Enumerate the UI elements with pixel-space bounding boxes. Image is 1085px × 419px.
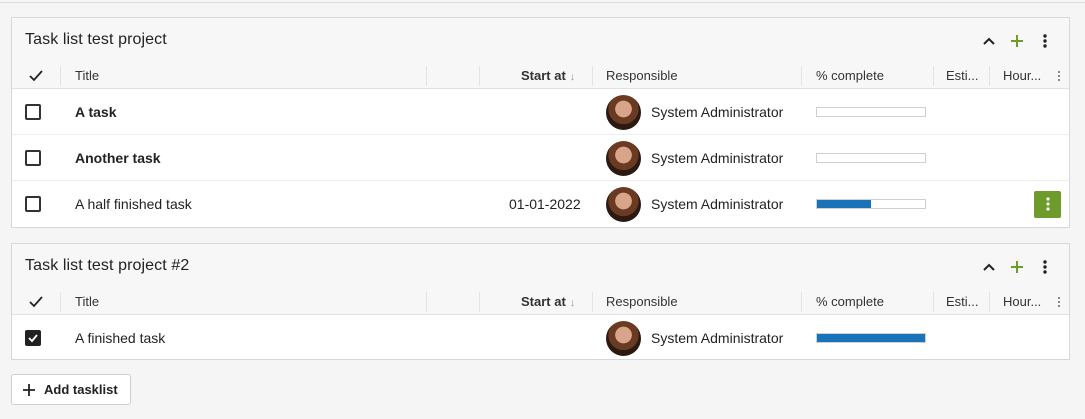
column-hours[interactable]: Hour... xyxy=(1003,289,1041,315)
column-responsible[interactable]: Responsible xyxy=(606,289,678,315)
task-title[interactable]: A finished task xyxy=(75,315,165,361)
avatar xyxy=(606,94,641,130)
task-checkbox[interactable] xyxy=(25,104,41,120)
select-all-checkmark-icon[interactable] xyxy=(28,63,44,89)
add-task-plus-icon[interactable] xyxy=(1003,29,1031,53)
add-tasklist-label: Add tasklist xyxy=(44,382,118,397)
avatar xyxy=(606,320,641,356)
task-responsible: System Administrator xyxy=(651,196,784,212)
collapse-chevron-up-icon[interactable] xyxy=(975,29,1003,53)
column-settings-kebab-icon[interactable] xyxy=(1057,63,1061,89)
select-all-checkmark-icon[interactable] xyxy=(28,289,44,315)
tasklist-title: Task list test project #2 xyxy=(25,257,190,274)
sort-down-arrow-icon: ↓ xyxy=(569,297,576,309)
task-checkbox-checked[interactable] xyxy=(25,330,41,346)
tasklist-header: Task list test project xyxy=(12,18,1069,63)
task-responsible: System Administrator xyxy=(651,150,784,166)
task-title[interactable]: A half finished task xyxy=(75,181,192,227)
task-checkbox[interactable] xyxy=(25,196,41,212)
column-start-at[interactable]: Start at ↓ xyxy=(521,289,575,315)
column-start-at[interactable]: Start at ↓ xyxy=(521,63,575,89)
add-task-plus-icon[interactable] xyxy=(1003,255,1031,279)
top-divider xyxy=(0,0,1085,3)
progress-bar xyxy=(816,153,926,163)
tasklist-2: Task list test project #2 Title Start at… xyxy=(11,243,1070,360)
progress-bar xyxy=(816,199,926,209)
task-responsible: System Administrator xyxy=(651,330,784,346)
task-title[interactable]: Another task xyxy=(75,135,161,181)
sort-down-arrow-icon: ↓ xyxy=(569,71,576,83)
row-menu-button[interactable] xyxy=(1034,190,1061,218)
avatar xyxy=(606,186,641,222)
column-header-row: Title Start at ↓ Responsible % complete E… xyxy=(12,289,1069,315)
add-tasklist-button[interactable]: Add tasklist xyxy=(11,374,131,405)
table-row[interactable]: Another task System Administrator xyxy=(12,135,1069,181)
task-responsible: System Administrator xyxy=(651,104,784,120)
progress-bar xyxy=(816,333,926,343)
column-estimate[interactable]: Esti... xyxy=(946,289,979,315)
more-options-kebab-icon[interactable] xyxy=(1031,255,1059,279)
column-responsible[interactable]: Responsible xyxy=(606,63,678,89)
tasklist-header: Task list test project #2 xyxy=(12,244,1069,289)
checkmark-icon xyxy=(28,334,38,343)
task-title[interactable]: A task xyxy=(75,89,117,135)
column-estimate[interactable]: Esti... xyxy=(946,63,979,89)
column-title[interactable]: Title xyxy=(75,289,99,315)
kebab-icon xyxy=(1045,197,1050,211)
column-settings-kebab-icon[interactable] xyxy=(1057,289,1061,315)
plus-icon xyxy=(23,383,35,396)
table-row[interactable]: A half finished task 01-01-2022 System A… xyxy=(12,181,1069,227)
task-checkbox[interactable] xyxy=(25,150,41,166)
table-row[interactable]: A finished task System Administrator xyxy=(12,315,1069,361)
task-start-date: 01-01-2022 xyxy=(509,196,581,212)
column-percent-complete[interactable]: % complete xyxy=(816,63,884,89)
avatar xyxy=(606,140,641,176)
collapse-chevron-up-icon[interactable] xyxy=(975,255,1003,279)
column-title[interactable]: Title xyxy=(75,63,99,89)
progress-bar xyxy=(816,107,926,117)
tasklist-1: Task list test project Title Start at ↓ R… xyxy=(11,17,1070,228)
column-header-row: Title Start at ↓ Responsible % complete E… xyxy=(12,63,1069,89)
table-row[interactable]: A task System Administrator xyxy=(12,89,1069,135)
column-hours[interactable]: Hour... xyxy=(1003,63,1041,89)
column-percent-complete[interactable]: % complete xyxy=(816,289,884,315)
tasklist-title: Task list test project xyxy=(25,31,167,48)
more-options-kebab-icon[interactable] xyxy=(1031,29,1059,53)
